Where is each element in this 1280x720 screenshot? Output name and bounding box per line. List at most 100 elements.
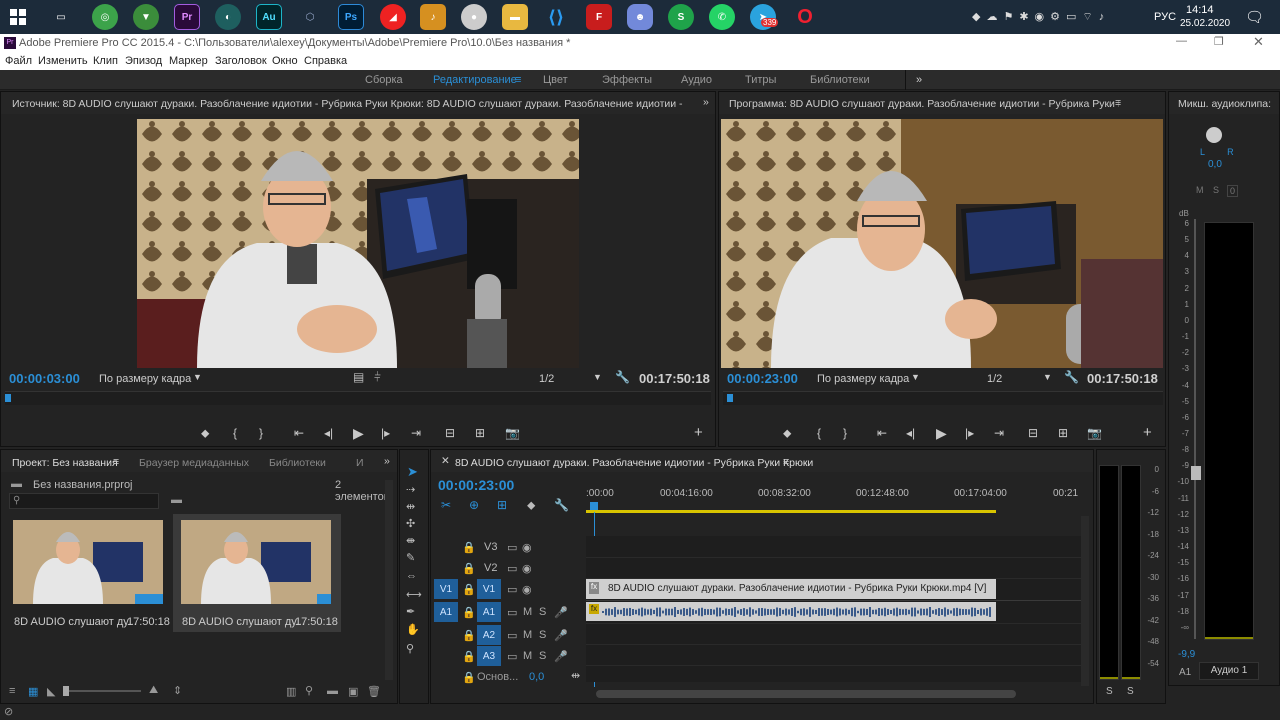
icon-view-icon[interactable]: ▦ <box>28 685 38 698</box>
video-clip-v1[interactable]: fx 8D AUDIO слушают дураки. Разоблачение… <box>586 579 996 599</box>
app-icon-8[interactable]: ◢ <box>380 4 406 30</box>
app-icon-1[interactable]: ◎ <box>92 4 118 30</box>
a2-mute-icon[interactable]: M <box>523 629 532 641</box>
program-res-dropdown[interactable]: 1/2 <box>987 373 1002 385</box>
3d-icon[interactable]: ⬡ <box>297 4 323 30</box>
source-settings-icon[interactable]: 🔧 <box>615 370 630 384</box>
new-bin-icon[interactable]: ▬ <box>171 494 182 506</box>
photoshop-icon[interactable]: Ps <box>338 4 364 30</box>
zoom-slider[interactable] <box>63 686 141 696</box>
language-indicator[interactable]: РУС <box>1154 11 1176 23</box>
source-scrub-bar[interactable] <box>5 391 711 405</box>
volume-fader[interactable] <box>1191 466 1201 480</box>
mixer-title[interactable]: Микш. аудиоклипа: <box>1178 98 1271 110</box>
tab-info[interactable]: И <box>356 457 364 469</box>
playhead-head[interactable] <box>590 502 598 510</box>
app-icon-4[interactable]: ◐ <box>215 4 241 30</box>
filezilla-icon[interactable]: F <box>586 4 612 30</box>
source-res-chevron-icon[interactable]: ▼ <box>593 372 602 382</box>
a2-mic-icon[interactable]: 🎤 <box>554 629 568 642</box>
meter-solo-right[interactable]: S <box>1127 686 1134 697</box>
timeline-ruler[interactable]: :00:00 00:04:16:00 00:08:32:00 00:12:48:… <box>586 486 1081 514</box>
sort-icon[interactable]: ◣ <box>47 685 55 698</box>
maximize-button[interactable]: ❐ <box>1214 35 1224 48</box>
program-video-frame[interactable] <box>721 119 1163 368</box>
a2-lock-icon[interactable]: 🔒 <box>462 629 476 642</box>
snap-icon[interactable]: ✂ <box>441 498 451 512</box>
mute-button[interactable]: M <box>1196 185 1204 195</box>
a3-mic-icon[interactable]: 🎤 <box>554 650 568 663</box>
menu-file[interactable]: Файл <box>5 55 32 67</box>
a3-lock-icon[interactable]: 🔒 <box>462 650 476 663</box>
a1-mute-icon[interactable]: M <box>523 606 532 618</box>
pan-value[interactable]: 0,0 <box>1208 159 1222 170</box>
a2-sync-icon[interactable]: ▭ <box>507 629 517 642</box>
a3-mute-icon[interactable]: M <box>523 650 532 662</box>
record-button[interactable]: 0 <box>1227 185 1239 197</box>
slip-tool-icon[interactable]: ⇔ <box>406 570 417 582</box>
workspace-tab-titles[interactable]: Титры <box>745 74 776 86</box>
drag-audio-icon[interactable]: ⫩ <box>374 370 381 385</box>
timeline-close-icon[interactable]: ✕ <box>441 455 450 467</box>
list-view-icon[interactable]: ≡ <box>9 685 15 697</box>
a1-solo-icon[interactable]: S <box>539 606 546 618</box>
windows-start-icon[interactable] <box>6 4 30 30</box>
rate-stretch-tool-icon[interactable]: ⇼ <box>406 534 415 547</box>
fl-studio-icon[interactable]: ♪ <box>420 4 446 30</box>
insert-icon[interactable]: ⊟ <box>445 426 455 440</box>
extract-icon[interactable]: ⊞ <box>1058 426 1068 440</box>
source-fit-dropdown[interactable]: По размеру кадра <box>99 373 191 385</box>
mark-out-icon[interactable]: } <box>259 426 263 440</box>
folder-icon[interactable]: ▬ <box>502 4 528 30</box>
work-area-bar[interactable] <box>586 510 996 513</box>
v2-eye-icon[interactable]: ◉ <box>522 562 532 575</box>
whatsapp-icon[interactable]: ✆ <box>709 4 735 30</box>
program-menu-icon[interactable]: ≡ <box>1115 97 1121 109</box>
export-frame-icon[interactable]: 📷 <box>505 426 520 440</box>
program-add-button-icon[interactable]: + <box>1143 424 1152 441</box>
minimize-button[interactable]: — <box>1176 35 1187 47</box>
source-fit-chevron-icon[interactable]: ▼ <box>193 372 202 382</box>
timeline-horizontal-scrollbar[interactable] <box>596 690 1016 698</box>
selection-tool-icon[interactable]: ➤ <box>407 464 418 480</box>
workspace-overflow-icon[interactable]: » <box>916 74 922 86</box>
vscode-icon[interactable]: ⟨⟩ <box>543 4 569 30</box>
menu-clip[interactable]: Клип <box>93 55 118 67</box>
timeline-settings-icon[interactable]: 🔧 <box>554 498 569 512</box>
solo-button[interactable]: S <box>1213 185 1219 195</box>
zoom-tool-icon[interactable]: ⚲ <box>406 642 414 655</box>
v2-sync-icon[interactable]: ▭ <box>507 562 517 575</box>
program-timecode[interactable]: 00:00:23:00 <box>727 371 798 386</box>
step-back-icon[interactable]: ◂| <box>324 426 333 440</box>
v1-target-toggle[interactable]: V1 <box>477 579 501 599</box>
program-mark-in-icon[interactable]: { <box>817 426 821 440</box>
project-item-2[interactable]: 8D AUDIO слушают ду... 17:50:18 <box>173 514 341 632</box>
add-marker-icon[interactable]: ⬥ <box>201 426 209 441</box>
a1-source-patch[interactable]: A1 <box>434 602 458 622</box>
timeline-marker-icon[interactable]: ⬥ <box>527 498 535 513</box>
sort-arrows-icon[interactable]: ⇕ <box>173 684 182 697</box>
workspace-tab-audio[interactable]: Аудио <box>681 74 712 86</box>
program-settings-icon[interactable]: 🔧 <box>1064 370 1079 384</box>
hand-tool-icon[interactable]: ✋ <box>406 623 420 636</box>
v1-sync-icon[interactable]: ▭ <box>507 583 517 596</box>
workspace-menu-icon[interactable]: ≡ <box>515 74 521 86</box>
a1-sync-icon[interactable]: ▭ <box>507 606 517 619</box>
workspace-tab-editing[interactable]: Редактирование <box>433 74 517 86</box>
timeline-sequence-tab[interactable]: 8D AUDIO слушают дураки. Разоблачение ид… <box>455 457 813 469</box>
app-s-icon[interactable]: S <box>668 4 694 30</box>
workspace-tab-libraries[interactable]: Библиотеки <box>810 74 870 86</box>
track-area[interactable]: fx 8D AUDIO слушают дураки. Разоблачение… <box>586 536 1081 682</box>
program-mark-out-icon[interactable]: } <box>843 426 847 440</box>
master-end-icon[interactable]: ⇹ <box>571 669 580 682</box>
workspace-tab-effects[interactable]: Эффекты <box>602 74 652 86</box>
lift-icon[interactable]: ⊟ <box>1028 426 1038 440</box>
ripple-edit-tool-icon[interactable]: ⇹ <box>406 500 415 513</box>
tab-project[interactable]: Проект: Без названия <box>12 457 118 469</box>
meter-solo-left[interactable]: S <box>1106 686 1113 697</box>
v3-sync-icon[interactable]: ▭ <box>507 541 517 554</box>
program-res-chevron-icon[interactable]: ▼ <box>1043 372 1052 382</box>
razor-tool-icon[interactable]: ✎ <box>406 551 415 564</box>
program-go-to-in-icon[interactable]: ⇤ <box>877 426 887 440</box>
workspace-tab-assembly[interactable]: Сборка <box>365 74 403 86</box>
